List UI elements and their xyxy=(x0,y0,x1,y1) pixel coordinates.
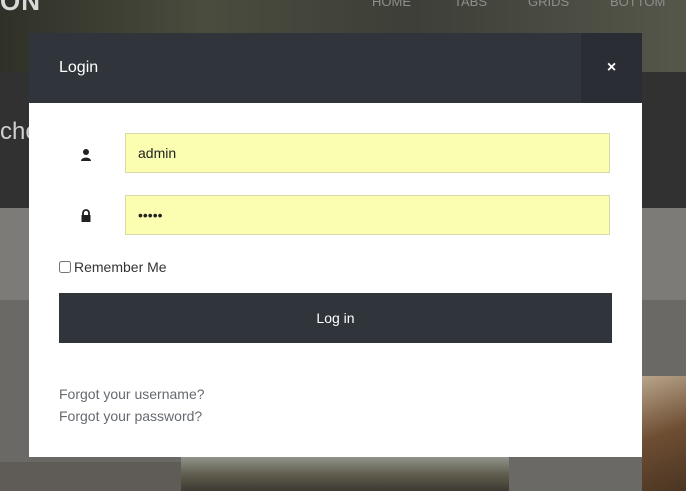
background-image xyxy=(181,452,509,491)
close-button[interactable]: × xyxy=(581,33,642,103)
background-image xyxy=(642,376,686,491)
modal-header: Login × xyxy=(29,33,642,103)
close-icon: × xyxy=(606,59,617,76)
remember-me[interactable]: Remember Me xyxy=(59,259,167,275)
forgot-password-link[interactable]: Forgot your password? xyxy=(59,408,202,424)
remember-me-label: Remember Me xyxy=(74,259,167,275)
background-nav-tabs: TABS xyxy=(454,0,487,9)
login-modal: Login × Remember Me Log in Forgot your u… xyxy=(29,33,642,457)
modal-title: Login xyxy=(59,59,99,76)
lock-icon xyxy=(78,208,94,224)
password-input[interactable] xyxy=(125,195,610,235)
background-logo: ON xyxy=(0,0,41,16)
background-nav-grids: GRIDS xyxy=(528,0,570,9)
user-icon xyxy=(78,147,94,163)
username-input[interactable] xyxy=(125,133,610,173)
background-nav-home: HOME xyxy=(372,0,411,9)
remember-me-checkbox[interactable] xyxy=(59,261,71,273)
background-image xyxy=(0,462,181,491)
forgot-username-link[interactable]: Forgot your username? xyxy=(59,386,205,402)
login-button[interactable]: Log in xyxy=(59,293,612,343)
background-nav-bottom: BOTTOM xyxy=(610,0,666,9)
